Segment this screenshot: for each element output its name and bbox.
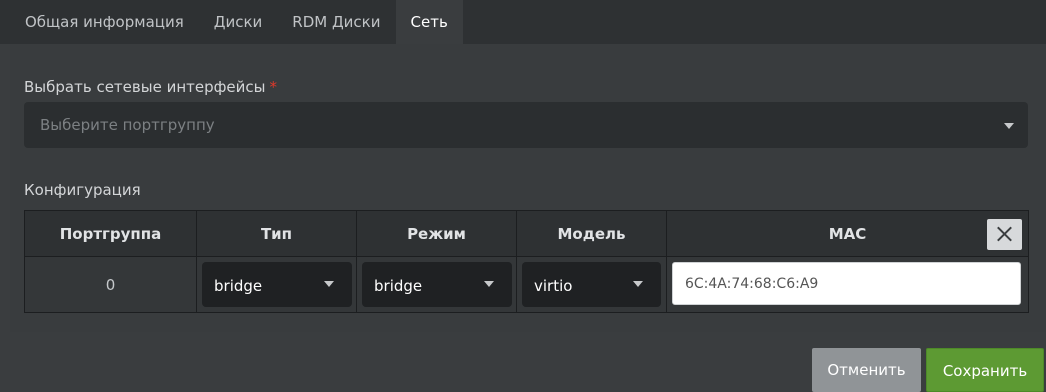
tab-network[interactable]: Сеть [395, 0, 463, 44]
configuration-label: Конфигурация [24, 181, 141, 199]
model-select[interactable]: virtio [522, 262, 661, 307]
tab-disks[interactable]: Диски [199, 0, 278, 44]
column-header-mac: MAC [666, 210, 1029, 257]
save-button[interactable]: Сохранить [926, 348, 1044, 392]
type-select[interactable]: bridge [202, 262, 352, 307]
required-mark: * [269, 78, 278, 96]
column-header-portgroup: Портгруппа [24, 210, 197, 257]
tab-bar: Общая информация Диски RDM Диски Сеть [0, 0, 1046, 44]
chevron-down-icon [324, 281, 334, 287]
portgroup-select[interactable]: Выберите портгруппу [24, 102, 1028, 148]
column-header-model-text: Модель [557, 224, 626, 243]
network-interfaces-label: Выбрать сетевые интерфейсы * [24, 78, 277, 96]
model-select-value: virtio [534, 277, 573, 295]
close-icon[interactable] [987, 219, 1022, 250]
column-header-model: Модель [516, 210, 667, 257]
chevron-down-icon [633, 281, 643, 287]
tab-rdm-disks[interactable]: RDM Диски [277, 0, 395, 44]
network-interfaces-label-text: Выбрать сетевые интерфейсы [24, 78, 266, 96]
mode-select[interactable]: bridge [362, 262, 512, 307]
mode-select-value: bridge [374, 277, 423, 295]
mac-cell [666, 256, 1029, 313]
column-header-mode: Режим [356, 210, 517, 257]
column-header-type: Тип [196, 210, 357, 257]
chevron-down-icon [1004, 123, 1014, 129]
portgroup-cell: 0 [24, 256, 197, 313]
mac-input[interactable] [672, 262, 1021, 305]
network-panel: Выбрать сетевые интерфейсы * Выберите пор… [10, 44, 1046, 332]
type-select-value: bridge [214, 277, 263, 295]
table-header-row: Портгруппа Тип Режим Модель MAC [24, 210, 1029, 257]
configuration-table: Портгруппа Тип Режим Модель MAC 0 bridge [24, 210, 1029, 313]
column-header-mac-text: MAC [828, 224, 867, 243]
mode-cell: bridge [356, 256, 517, 313]
model-cell: virtio [516, 256, 667, 313]
type-cell: bridge [196, 256, 357, 313]
portgroup-select-placeholder: Выберите портгруппу [40, 116, 215, 134]
chevron-down-icon [484, 281, 494, 287]
tab-general-info[interactable]: Общая информация [10, 0, 199, 44]
table-row: 0 bridge bridge virtio [24, 256, 1029, 313]
cancel-button[interactable]: Отменить [812, 348, 921, 392]
